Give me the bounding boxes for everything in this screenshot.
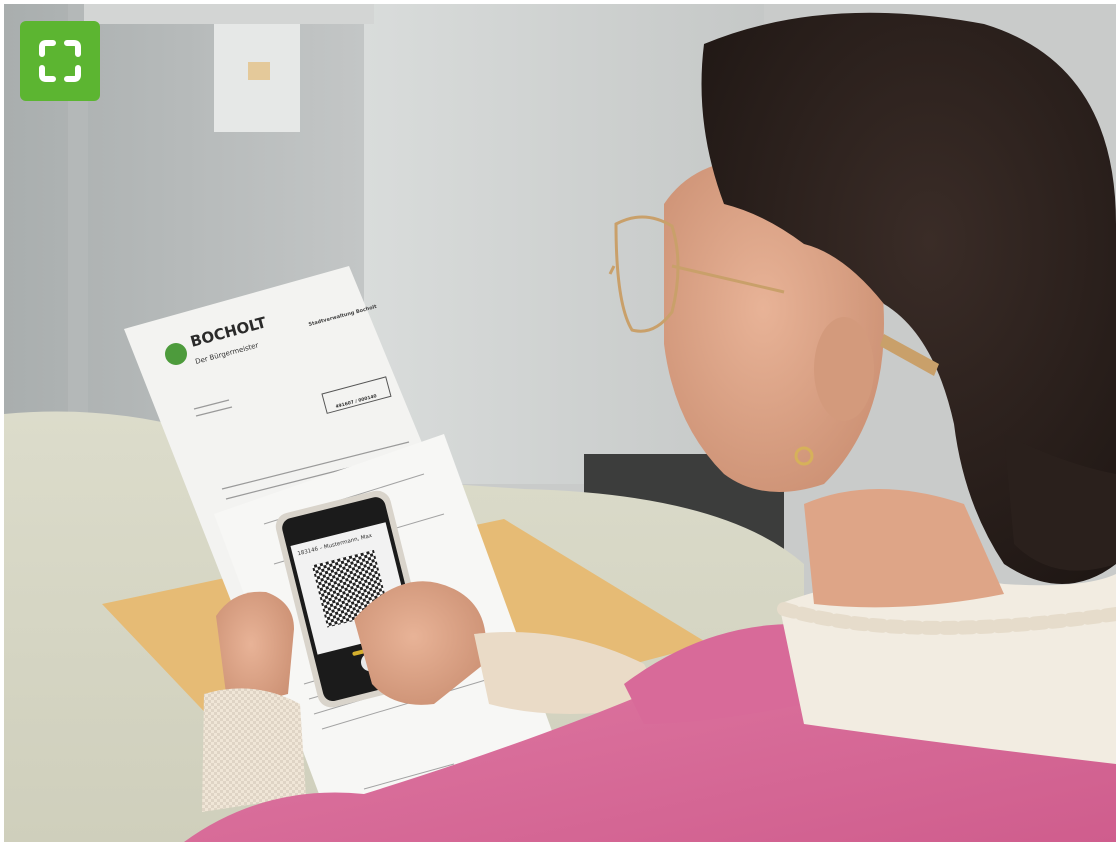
fullscreen-button[interactable] <box>20 21 100 101</box>
expand-corners-icon <box>20 21 100 101</box>
photo: BOCHOLT Der Bürgermeister Stadtverwaltun… <box>4 4 1116 842</box>
